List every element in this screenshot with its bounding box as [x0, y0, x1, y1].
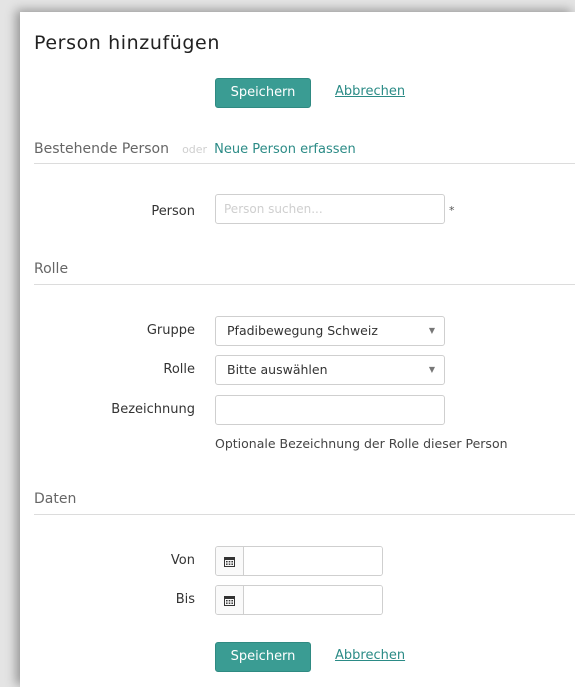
from-date-field[interactable]	[215, 546, 383, 576]
designation-input[interactable]	[215, 395, 445, 425]
to-date-input[interactable]	[244, 586, 382, 614]
new-person-link[interactable]: Neue Person erfassen	[214, 142, 356, 157]
to-date-field[interactable]	[215, 585, 383, 615]
person-label: Person	[151, 204, 195, 219]
group-select-value: Pfadibewegung Schweiz	[227, 323, 378, 338]
save-button-bottom[interactable]: Speichern	[215, 642, 311, 672]
designation-label: Bezeichnung	[111, 402, 195, 417]
save-button-top[interactable]: Speichern	[215, 78, 311, 108]
role-select-value: Bitte auswählen	[227, 362, 328, 377]
role-section-title: Rolle	[34, 261, 69, 277]
caret-down-icon: ▼	[428, 365, 435, 374]
cancel-link-bottom[interactable]: Abbrechen	[335, 648, 405, 663]
dates-section-title: Daten	[34, 491, 77, 507]
from-label: Von	[170, 553, 195, 568]
to-label: Bis	[175, 592, 195, 607]
role-label: Rolle	[163, 362, 195, 377]
from-date-input[interactable]	[244, 547, 382, 575]
group-label: Gruppe	[146, 323, 195, 338]
divider-person	[34, 163, 575, 164]
required-marker: *	[449, 204, 455, 217]
divider-dates	[34, 514, 575, 515]
divider-role	[34, 284, 575, 285]
caret-down-icon: ▼	[428, 326, 435, 335]
calendar-icon[interactable]	[216, 586, 244, 614]
person-search-input[interactable]	[215, 194, 445, 224]
group-select[interactable]: Pfadibewegung Schweiz ▼	[215, 316, 445, 346]
designation-hint: Optionale Bezeichnung der Rolle dieser P…	[215, 436, 508, 451]
page-title: Person hinzufügen	[34, 32, 220, 54]
or-text: oder	[182, 143, 208, 156]
add-person-panel: Person hinzufügen Speichern Abbrechen Be…	[20, 12, 575, 687]
role-select[interactable]: Bitte auswählen ▼	[215, 355, 445, 385]
calendar-icon[interactable]	[216, 547, 244, 575]
existing-person-title: Bestehende Person	[34, 141, 169, 157]
cancel-link-top[interactable]: Abbrechen	[335, 84, 405, 99]
person-section-header: Bestehende Person oder Neue Person erfas…	[34, 138, 356, 157]
